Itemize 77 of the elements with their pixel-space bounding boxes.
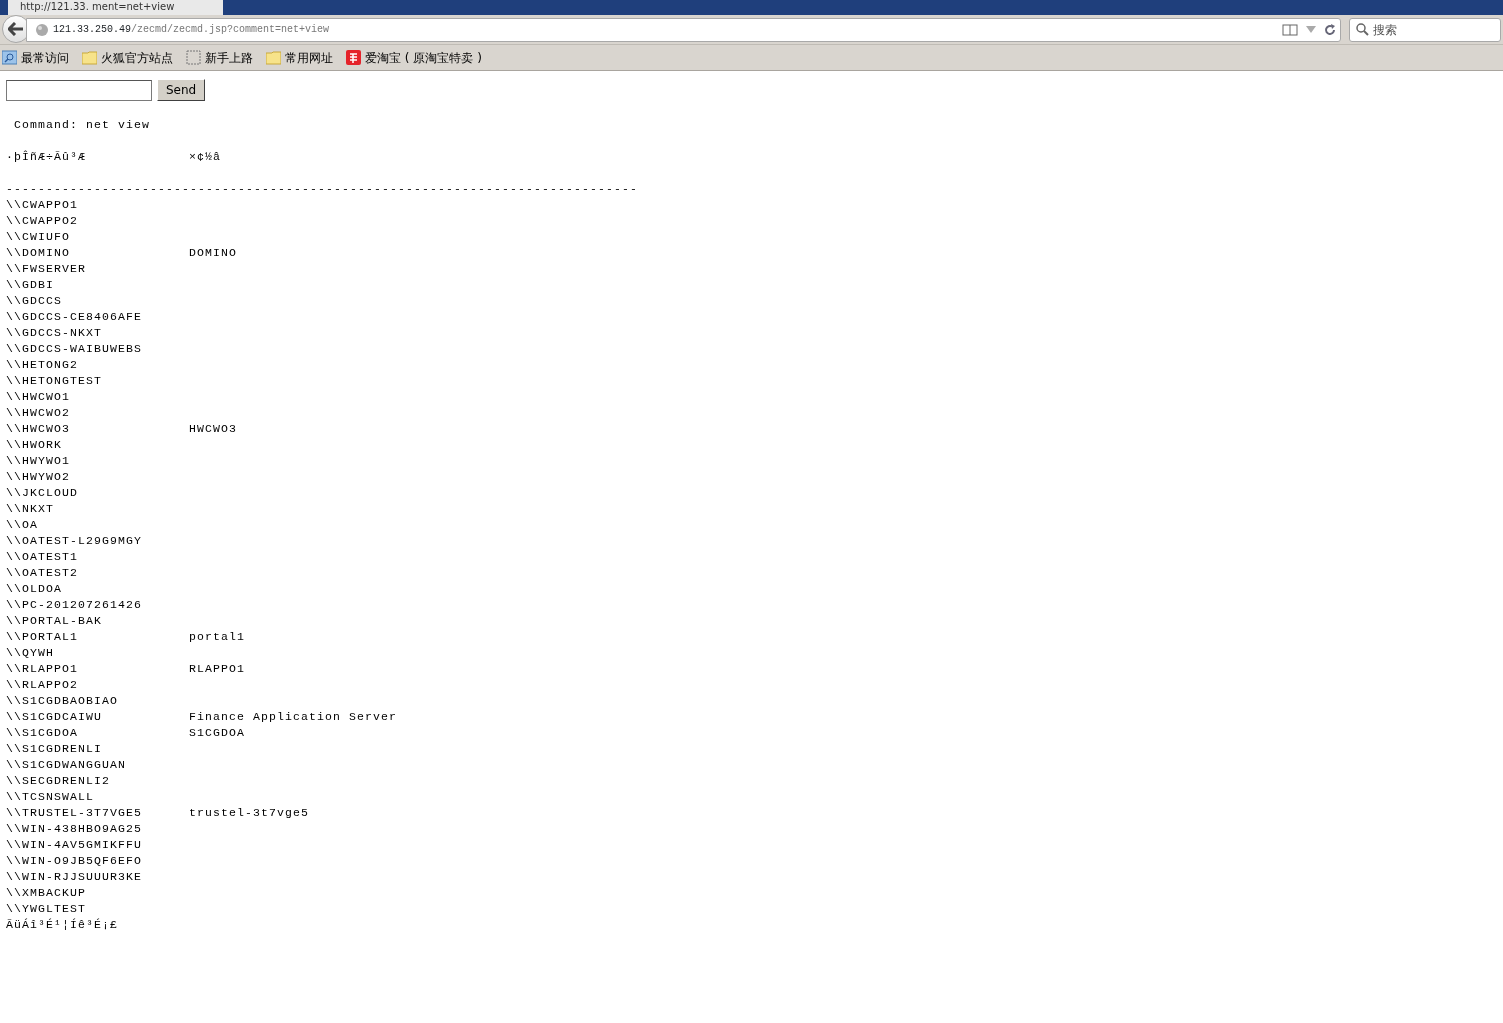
server-name: \\WIN-4AV5GMIKFFU (6, 837, 144, 853)
bookmark-item[interactable]: 新手上路 (186, 48, 258, 67)
server-remark: HWCWO3 (189, 421, 237, 437)
server-name: \\S1CGDBAOBIAO (6, 693, 119, 709)
server-name: \\HETONGTEST (6, 373, 103, 389)
server-name: \\PC-201207261426 (6, 597, 144, 613)
server-name: \\HWCWO1 (6, 389, 71, 405)
server-name: \\GDBI (6, 277, 55, 293)
column-header: ·þÎñÆ÷Ãû³Æ (6, 149, 87, 165)
server-name: \\HWYWO1 (6, 453, 71, 469)
bookmark-item[interactable]: 最常访问 (2, 48, 74, 67)
command-input[interactable] (6, 79, 152, 101)
server-name: \\GDCCS-WAIBUWEBS (6, 341, 144, 357)
server-name: \\NKXT (6, 501, 55, 517)
server-name: \\HWORK (6, 437, 63, 453)
server-name: \\PORTAL-BAK (6, 613, 103, 629)
server-name: \\S1CGDRENLI (6, 741, 103, 757)
server-remark: Finance Application Server (189, 709, 398, 725)
smart-folder-icon (2, 50, 17, 65)
server-name: \\S1CGDWANGGUAN (6, 757, 128, 773)
server-name: \\YWGLTEST (6, 901, 87, 917)
back-arrow-icon (8, 21, 24, 36)
server-name: \\WIN-RJJSUUUR3KE (6, 869, 144, 885)
status-text: ÃüÁî³É¹¦Íê³É¡£ (6, 917, 119, 933)
server-name: \\CWAPPO2 (6, 213, 79, 229)
search-icon (1356, 23, 1369, 36)
folder-icon (82, 50, 97, 65)
server-remark: trustel-3t7vge5 (189, 805, 310, 821)
server-name: \\TRUSTEL-3T7VGE5 (6, 805, 144, 821)
server-name: \\JKCLOUD (6, 485, 79, 501)
bookmark-item[interactable]: 爱淘宝 ( 原淘宝特卖 ) (346, 48, 487, 67)
reader-icon[interactable] (1282, 23, 1298, 36)
folder-icon (266, 50, 281, 65)
server-name: \\SECGDRENLI2 (6, 773, 111, 789)
server-remark: portal1 (189, 629, 245, 645)
page-icon (186, 50, 201, 65)
server-name: \\GDCCS-NKXT (6, 325, 103, 341)
server-name: \\XMBACKUP (6, 885, 87, 901)
search-placeholder: 搜索 (1373, 21, 1397, 39)
server-name: \\HWCWO2 (6, 405, 71, 421)
column-header: ×¢½â (189, 149, 221, 165)
server-name: \\CWIUFO (6, 229, 71, 245)
server-name: \\DOMINO (6, 245, 71, 261)
server-name: \\WIN-438HBO9AG25 (6, 821, 144, 837)
server-name: \\CWAPPO1 (6, 197, 79, 213)
server-name: \\S1CGDCAIWU (6, 709, 103, 725)
server-name: \\RLAPPO1 (6, 661, 79, 677)
globe-icon (35, 22, 49, 37)
reload-icon[interactable] (1324, 23, 1336, 36)
server-name: \\PORTAL1 (6, 629, 79, 645)
server-name: \\OATEST1 (6, 549, 79, 565)
server-name: \\OATEST2 (6, 565, 79, 581)
bookmark-item[interactable]: 常用网址 (266, 48, 338, 67)
server-name: \\WIN-O9JB5QF6EFO (6, 853, 144, 869)
search-field[interactable]: 搜索 (1349, 17, 1501, 42)
server-name: \\OA (6, 517, 39, 533)
server-name: \\TCSNSWALL (6, 789, 95, 805)
server-name: \\OLDOA (6, 581, 63, 597)
server-name: \\GDCCS (6, 293, 63, 309)
bookmark-item[interactable]: 火狐官方站点 (82, 48, 178, 67)
separator-line: ------------------------------------------------------------------------------- (6, 181, 640, 197)
server-name: \\FWSERVER (6, 261, 87, 277)
server-name: \\OATEST-L29G9MGY (6, 533, 144, 549)
server-name: \\GDCCS-CE8406AFE (6, 309, 144, 325)
server-name: \\HETONG2 (6, 357, 79, 373)
server-name: \\HWCWO3 (6, 421, 71, 437)
send-button[interactable]: Send (157, 79, 206, 101)
server-name: \\HWYWO2 (6, 469, 71, 485)
server-remark: S1CGDOA (189, 725, 245, 741)
server-name: \\S1CGDOA (6, 725, 79, 741)
command-text: Command: net view (13, 117, 152, 133)
server-name: \\RLAPPO2 (6, 677, 79, 693)
server-remark: DOMINO (189, 245, 237, 261)
server-remark: RLAPPO1 (189, 661, 245, 677)
browser-tab[interactable]: http://121.33. ment=net+view (8, 0, 223, 15)
server-name: \\QYWH (6, 645, 55, 661)
address-field[interactable]: 121.33.250.49/zecmd/zecmd.jsp?comment=net+view (26, 17, 1341, 42)
